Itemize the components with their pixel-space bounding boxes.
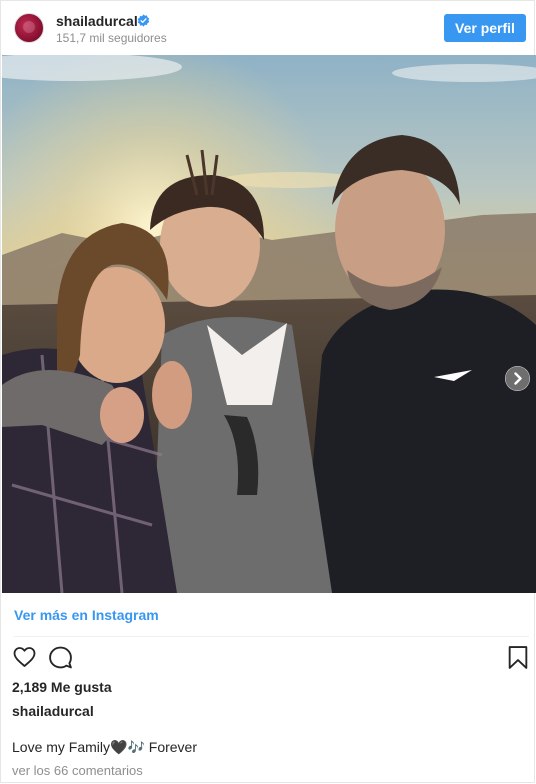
view-profile-button[interactable]: Ver perfil [444, 14, 526, 42]
view-more-instagram-link[interactable]: Ver más en Instagram [14, 607, 159, 623]
likes-count[interactable]: 2,189 Me gusta [12, 679, 112, 695]
post-photo-image [2, 55, 536, 593]
username[interactable]: shailadurcal [56, 13, 138, 29]
avatar[interactable] [14, 13, 44, 43]
heart-icon[interactable] [12, 645, 37, 669]
chevron-right-icon [505, 366, 530, 391]
post-caption: Love my Family🖤🎶 Forever [12, 739, 198, 755]
comment-bubble-icon[interactable] [48, 645, 73, 670]
followers-count: 151,7 mil seguidores [56, 31, 167, 45]
post-header: shailadurcal 151,7 mil seguidores Ver pe… [1, 1, 534, 55]
carousel-next-button[interactable] [505, 366, 530, 391]
verified-badge-icon [137, 14, 150, 27]
instagram-embed-card: shailadurcal 151,7 mil seguidores Ver pe… [0, 0, 536, 783]
divider [14, 636, 529, 637]
view-comments-link[interactable]: ver los 66 comentarios [12, 763, 143, 778]
post-photo[interactable] [2, 55, 536, 593]
bookmark-icon[interactable] [507, 645, 529, 670]
post-owner-username[interactable]: shailadurcal [12, 703, 94, 719]
